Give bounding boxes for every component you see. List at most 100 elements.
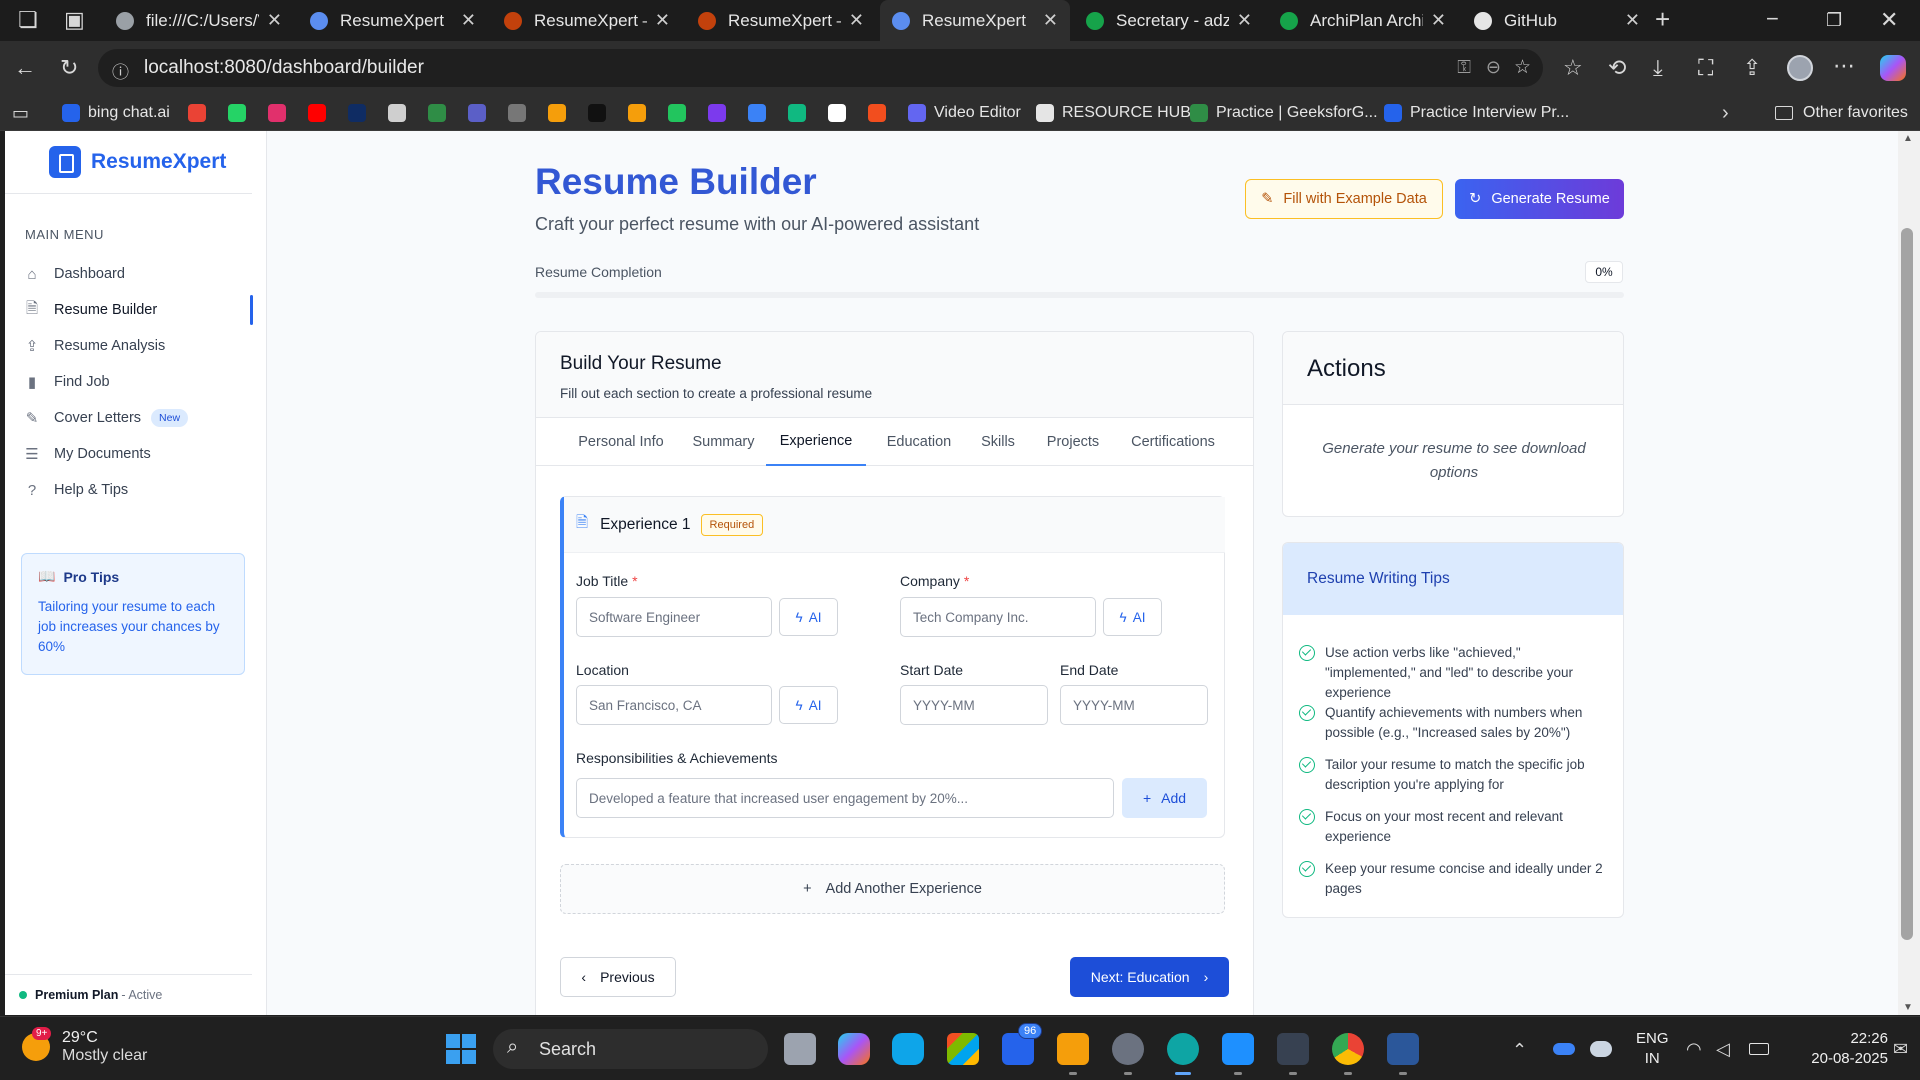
favorite-link[interactable] bbox=[508, 95, 534, 131]
tab-close-icon[interactable]: ✕ bbox=[267, 10, 282, 31]
favorite-link[interactable] bbox=[348, 95, 374, 131]
browser-tab[interactable]: ResumeXpert – Cl ✕ bbox=[686, 0, 876, 41]
zoom-icon[interactable]: ⊖ bbox=[1486, 57, 1501, 78]
fill-example-button[interactable]: ✎ Fill with Example Data bbox=[1245, 179, 1443, 219]
share-icon[interactable]: ⇪ bbox=[1743, 57, 1761, 79]
job-title-ai-button[interactable]: ϟ AI bbox=[779, 598, 838, 636]
screenshot-icon[interactable]: ⛶ bbox=[1698, 57, 1713, 79]
favorite-link[interactable] bbox=[428, 95, 454, 131]
sidebar-item-help-tips[interactable]: ? Help & Tips bbox=[5, 473, 252, 507]
tab-summary[interactable]: Summary bbox=[691, 418, 756, 466]
chrome-app-icon[interactable] bbox=[1332, 1033, 1364, 1075]
tab-certifications[interactable]: Certifications bbox=[1127, 418, 1219, 466]
taskbar-search[interactable]: ⌕ Search bbox=[493, 1029, 768, 1069]
favorites-overflow-icon[interactable]: › bbox=[1722, 102, 1729, 124]
browser-tab[interactable]: ArchiPlan Architec ✕ bbox=[1268, 0, 1458, 41]
tab-close-icon[interactable]: ✕ bbox=[849, 10, 864, 31]
tab-close-icon[interactable]: ✕ bbox=[1431, 10, 1446, 31]
other-favorites[interactable]: Other favorites bbox=[1775, 95, 1908, 131]
favorite-link[interactable] bbox=[588, 95, 614, 131]
favorite-link[interactable] bbox=[188, 95, 214, 131]
tab-close-icon[interactable]: ✕ bbox=[1237, 10, 1252, 31]
scroll-up-icon[interactable]: ▲ bbox=[1903, 133, 1913, 144]
settings-app-icon[interactable] bbox=[1112, 1033, 1144, 1075]
key-icon[interactable]: ⚿ bbox=[1457, 57, 1471, 78]
job-title-input[interactable] bbox=[576, 597, 772, 637]
store-app-icon[interactable] bbox=[947, 1033, 979, 1065]
tab-close-icon[interactable]: ✕ bbox=[461, 10, 476, 31]
terminal-app-icon[interactable] bbox=[1277, 1033, 1309, 1075]
favorite-link[interactable] bbox=[548, 95, 574, 131]
close-window-icon[interactable]: ✕ bbox=[1880, 9, 1898, 31]
end-date-input[interactable] bbox=[1060, 685, 1208, 725]
copilot-app-icon[interactable] bbox=[838, 1033, 870, 1065]
sidebar-item-resume-builder[interactable]: 🗎 Resume Builder bbox=[5, 293, 253, 327]
battery-icon[interactable] bbox=[1749, 1043, 1769, 1055]
task-view-icon[interactable] bbox=[784, 1033, 816, 1065]
back-icon[interactable]: ← bbox=[14, 57, 36, 79]
previous-button[interactable]: ‹ Previous bbox=[560, 957, 676, 997]
page-scrollbar-thumb[interactable] bbox=[1901, 228, 1913, 940]
favorite-link[interactable] bbox=[788, 95, 814, 131]
favorite-link[interactable]: Practice Interview Pr... bbox=[1384, 95, 1569, 131]
tray-overflow-icon[interactable]: ⌃ bbox=[1512, 1039, 1527, 1061]
responsibility-input[interactable] bbox=[576, 778, 1114, 818]
company-input[interactable] bbox=[900, 597, 1096, 637]
weather-widget[interactable]: 9+ 29°C Mostly clear bbox=[22, 1027, 147, 1065]
edge-app-icon[interactable] bbox=[1167, 1033, 1199, 1075]
generate-resume-button[interactable]: ↻ Generate Resume bbox=[1455, 179, 1624, 219]
clock[interactable]: 22:26 20-08-2025 bbox=[1780, 1029, 1888, 1069]
tab-close-icon[interactable]: ✕ bbox=[1625, 10, 1640, 31]
camera-app-icon[interactable] bbox=[892, 1033, 924, 1065]
downloads-icon[interactable]: ⤓ bbox=[1653, 57, 1663, 79]
language-indicator[interactable]: ENG IN bbox=[1636, 1029, 1669, 1069]
favorite-link[interactable] bbox=[268, 95, 294, 131]
word-app-icon[interactable] bbox=[1387, 1033, 1419, 1075]
tab-close-icon[interactable]: ✕ bbox=[655, 10, 670, 31]
more-menu-icon[interactable]: ⋯ bbox=[1833, 55, 1855, 77]
tab-close-icon[interactable]: ✕ bbox=[1043, 10, 1058, 31]
history-icon[interactable]: ⟲ bbox=[1608, 57, 1626, 79]
favorite-link[interactable] bbox=[628, 95, 654, 131]
favorite-link[interactable] bbox=[868, 95, 894, 131]
sidebar-item-cover-letters[interactable]: ✎ Cover Letters New bbox=[5, 401, 252, 435]
tab-projects[interactable]: Projects bbox=[1043, 418, 1103, 466]
start-button[interactable] bbox=[446, 1034, 476, 1064]
browser-tab[interactable]: file:///C:/Users/Vi ✕ bbox=[104, 0, 294, 41]
tab-skills[interactable]: Skills bbox=[979, 418, 1017, 466]
tab-experience[interactable]: Experience bbox=[766, 418, 866, 466]
sidebar-item-my-documents[interactable]: ☰ My Documents bbox=[5, 437, 252, 471]
sidebar-item-dashboard[interactable]: ⌂ Dashboard bbox=[5, 257, 252, 291]
add-another-experience-button[interactable]: + Add Another Experience bbox=[560, 864, 1225, 914]
favorite-link[interactable] bbox=[308, 95, 334, 131]
favorites-icon[interactable]: ☆ bbox=[1563, 57, 1583, 79]
browser-tab[interactable]: Secretary - adzun ✕ bbox=[1074, 0, 1264, 41]
favorite-link[interactable]: RESOURCE HUB bbox=[1036, 95, 1191, 131]
vscode-app-icon[interactable] bbox=[1222, 1033, 1254, 1075]
new-tab-icon[interactable]: + bbox=[1655, 6, 1670, 32]
network-cloud-icon[interactable] bbox=[1590, 1041, 1612, 1057]
favorite-link[interactable] bbox=[228, 95, 254, 131]
company-ai-button[interactable]: ϟ AI bbox=[1103, 598, 1162, 636]
tab-education[interactable]: Education bbox=[886, 418, 952, 466]
minimize-icon[interactable]: − bbox=[1766, 8, 1779, 30]
workspaces-icon[interactable]: ❏ bbox=[18, 9, 38, 31]
next-education-button[interactable]: Next: Education › bbox=[1070, 957, 1229, 997]
favorite-link[interactable] bbox=[668, 95, 694, 131]
tab-actions-icon[interactable]: ▣ bbox=[64, 9, 85, 31]
favorite-link[interactable] bbox=[708, 95, 734, 131]
favorite-link[interactable] bbox=[828, 95, 854, 131]
favorite-link[interactable] bbox=[468, 95, 494, 131]
favorite-link[interactable]: bing chat.ai bbox=[62, 95, 170, 131]
copilot-icon[interactable] bbox=[1880, 55, 1906, 81]
site-info-icon[interactable]: ⓘ bbox=[112, 58, 129, 83]
address-bar[interactable]: ⓘ localhost:8080/dashboard/builder ⚿ ⊖ ☆ bbox=[98, 49, 1543, 87]
mail-app-icon[interactable]: 96 bbox=[1002, 1023, 1043, 1065]
favorite-link[interactable] bbox=[748, 95, 774, 131]
profile-avatar[interactable] bbox=[1787, 55, 1813, 81]
wifi-icon[interactable]: ◠ bbox=[1686, 1038, 1702, 1060]
favorite-link[interactable]: Practice | GeeksforG... bbox=[1190, 95, 1378, 131]
browser-tab[interactable]: GitHub ✕ bbox=[1462, 0, 1652, 41]
favorite-link[interactable] bbox=[388, 95, 414, 131]
sidebar-item-find-job[interactable]: ▮ Find Job bbox=[5, 365, 252, 399]
